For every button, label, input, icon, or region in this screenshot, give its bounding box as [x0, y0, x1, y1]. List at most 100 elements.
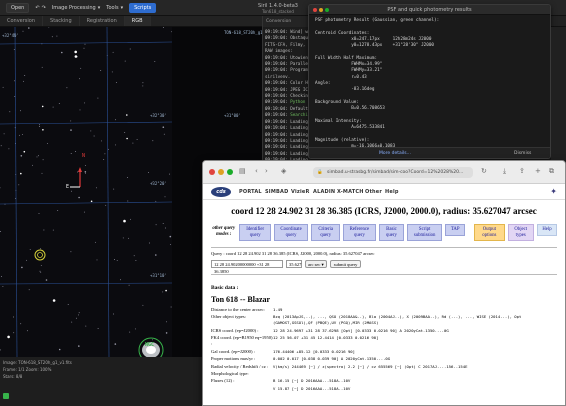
basic-query-button[interactable]: Basic query — [378, 224, 405, 242]
coordinate-input[interactable]: 12 28 24.90200000000 +31 28 36.3850 — [211, 260, 283, 274]
star — [128, 237, 130, 239]
property-value[interactable]: V(km/s) 244469 [~] / z(spectro) 2.2 [~] … — [273, 363, 557, 370]
redo-icon[interactable]: ↷ — [42, 5, 46, 11]
minimize-icon[interactable] — [218, 169, 224, 175]
table-row: Other object types: Bzq (2013ApJS,..), ..… — [211, 314, 557, 328]
console-log: 09:19:04: Wind] w a09:19:04: Obstaques F… — [263, 27, 310, 163]
new-tab-icon[interactable]: + — [535, 167, 541, 175]
radius-input[interactable]: 35.627 — [286, 260, 302, 269]
cds-logo[interactable]: cds — [211, 187, 231, 197]
dec-label: +31°00' — [224, 113, 241, 118]
star — [90, 130, 92, 132]
star — [164, 227, 166, 229]
tab-rgb[interactable]: RGB — [124, 16, 151, 26]
star — [58, 348, 61, 351]
property-value[interactable] — [273, 370, 557, 377]
star — [13, 332, 15, 334]
scripts-menu[interactable]: Scripts — [129, 2, 157, 13]
criteria-query-button[interactable]: Criteria query — [311, 224, 341, 242]
identifier-query-button[interactable]: Identifier query — [239, 224, 271, 242]
help-button[interactable]: Help — [536, 224, 557, 236]
property-value[interactable]: Bzq (2013ApJS,..), ..., QSO (2018AA&..),… — [273, 314, 557, 328]
nav-simbad[interactable]: SIMBAD — [265, 189, 288, 195]
browser-window-controls — [209, 169, 233, 175]
maximize-icon[interactable] — [227, 169, 233, 175]
property-label: Distance to the center arcsec: — [211, 306, 265, 312]
property-value[interactable]: V 15.87 [~] D 2016AAA...518A..10V — [273, 385, 557, 392]
star — [154, 61, 156, 63]
share-icon[interactable]: ⇪ — [519, 167, 525, 175]
north-label: N — [82, 153, 86, 159]
open-button[interactable]: Open — [6, 2, 30, 13]
sky-image-viewer[interactable]: +32°40' +32°30' +32°20' +31°10' N E NGC — [0, 27, 172, 357]
scripts-button[interactable]: Scripts — [129, 2, 157, 13]
star — [162, 126, 165, 128]
property-value[interactable]: B 16.15 [~] D 2016AAA...518A..10V — [273, 378, 557, 385]
query-text: Query : coord 12 28 24.902 31 28 36.385 … — [211, 251, 375, 257]
output-options-button[interactable]: Output options — [474, 224, 505, 242]
reference-query-button[interactable]: Reference query — [343, 224, 376, 242]
star — [136, 139, 138, 141]
image-processing-menu[interactable]: Image Processing ▾ — [52, 5, 100, 11]
property-value[interactable]: 1.49 — [273, 306, 557, 313]
nav-other[interactable]: Other — [365, 189, 382, 195]
property-value[interactable]: 12 25 56.07 +31 45 12.4414 [0.0333 0.021… — [273, 335, 557, 349]
tab-registration[interactable]: Registration — [80, 16, 125, 26]
address-bar[interactable]: 🔒 simbad.u-strasbg.fr/simbad/sim-coo?Coo… — [313, 167, 473, 178]
console-timestamp: 09:19:04: — [265, 131, 288, 137]
star — [39, 270, 41, 272]
nav-portal[interactable]: PORTAL — [239, 189, 262, 195]
radius-unit-select[interactable]: arc sec ▾ — [305, 260, 327, 269]
basic-data-header: Basic data : — [211, 285, 239, 292]
property-value[interactable]: 12 28 24.9697 +31 28 37.6298 [Opt] [0.03… — [273, 327, 557, 334]
minimize-icon[interactable] — [319, 8, 323, 12]
tools-menu[interactable]: Tools ▾ — [106, 5, 123, 11]
property-label: Fluxes (12) : — [211, 378, 235, 384]
nav-xmatch[interactable]: X-MATCH — [337, 189, 364, 195]
photometry-titlebar[interactable]: PSF and quick photometry results — [309, 5, 550, 15]
property-label: Proper motions mas/yr : — [211, 356, 256, 362]
star — [41, 105, 44, 108]
tap-button[interactable]: TAP — [445, 224, 466, 236]
coordinate-query-button[interactable]: Coordinate query — [273, 224, 309, 242]
property-value[interactable]: 0.002 0.017 [0.038 0.039 90] A 2020yCat.… — [273, 356, 557, 363]
download-icon[interactable]: ⤓ — [503, 167, 506, 176]
star — [162, 291, 164, 293]
sidebar-icon[interactable]: ▤ — [239, 167, 246, 175]
back-icon[interactable]: ‹ — [255, 167, 258, 175]
star — [45, 279, 48, 281]
shield-icon[interactable]: ◈ — [281, 167, 286, 175]
dec-label: +32°20' — [150, 181, 167, 186]
other-query-modes-label: other query modes : — [212, 226, 236, 237]
dismiss-button[interactable]: Dismiss — [514, 151, 531, 156]
submit-query-button[interactable]: submit query — [329, 260, 362, 269]
property-value[interactable]: 176.44406 +85.12 [0.0333 0.0216 90] — [273, 348, 557, 355]
nav-aladin[interactable]: ALADIN — [313, 189, 335, 195]
star — [79, 78, 81, 80]
tabs-overview-icon[interactable]: ⧉ — [549, 167, 554, 176]
nav-help[interactable]: Help — [385, 189, 399, 195]
forward-icon[interactable]: › — [265, 167, 268, 175]
star — [20, 155, 23, 157]
maximize-icon[interactable] — [325, 8, 329, 12]
more-details-link[interactable]: More details... — [379, 151, 411, 156]
tab-stacking[interactable]: Stacking — [43, 16, 80, 26]
nav-vizier[interactable]: VizieR — [291, 189, 310, 195]
simbad-nav: cds PORTAL SIMBAD VizieR ALADIN X-MATCH … — [203, 184, 565, 200]
star — [14, 96, 16, 97]
tab-conversion[interactable]: Conversion — [0, 16, 44, 26]
photometry-results-text: PSF photometry Result (Gaussian, green c… — [315, 18, 440, 158]
refresh-icon[interactable]: ↻ — [481, 167, 487, 175]
undo-icon[interactable]: ↶ — [35, 5, 39, 11]
window-subtitle: Ton618_stacked — [262, 9, 294, 14]
star — [61, 51, 63, 54]
close-icon[interactable] — [209, 169, 215, 175]
star — [84, 102, 86, 104]
object-types-button[interactable]: Object types — [507, 224, 534, 242]
open-menu[interactable]: Open — [6, 2, 30, 13]
console-header[interactable]: Conversion — [263, 16, 310, 27]
script-submission-button[interactable]: Script submission — [407, 224, 443, 242]
star — [52, 299, 56, 302]
star — [155, 224, 157, 226]
close-icon[interactable] — [313, 8, 317, 12]
